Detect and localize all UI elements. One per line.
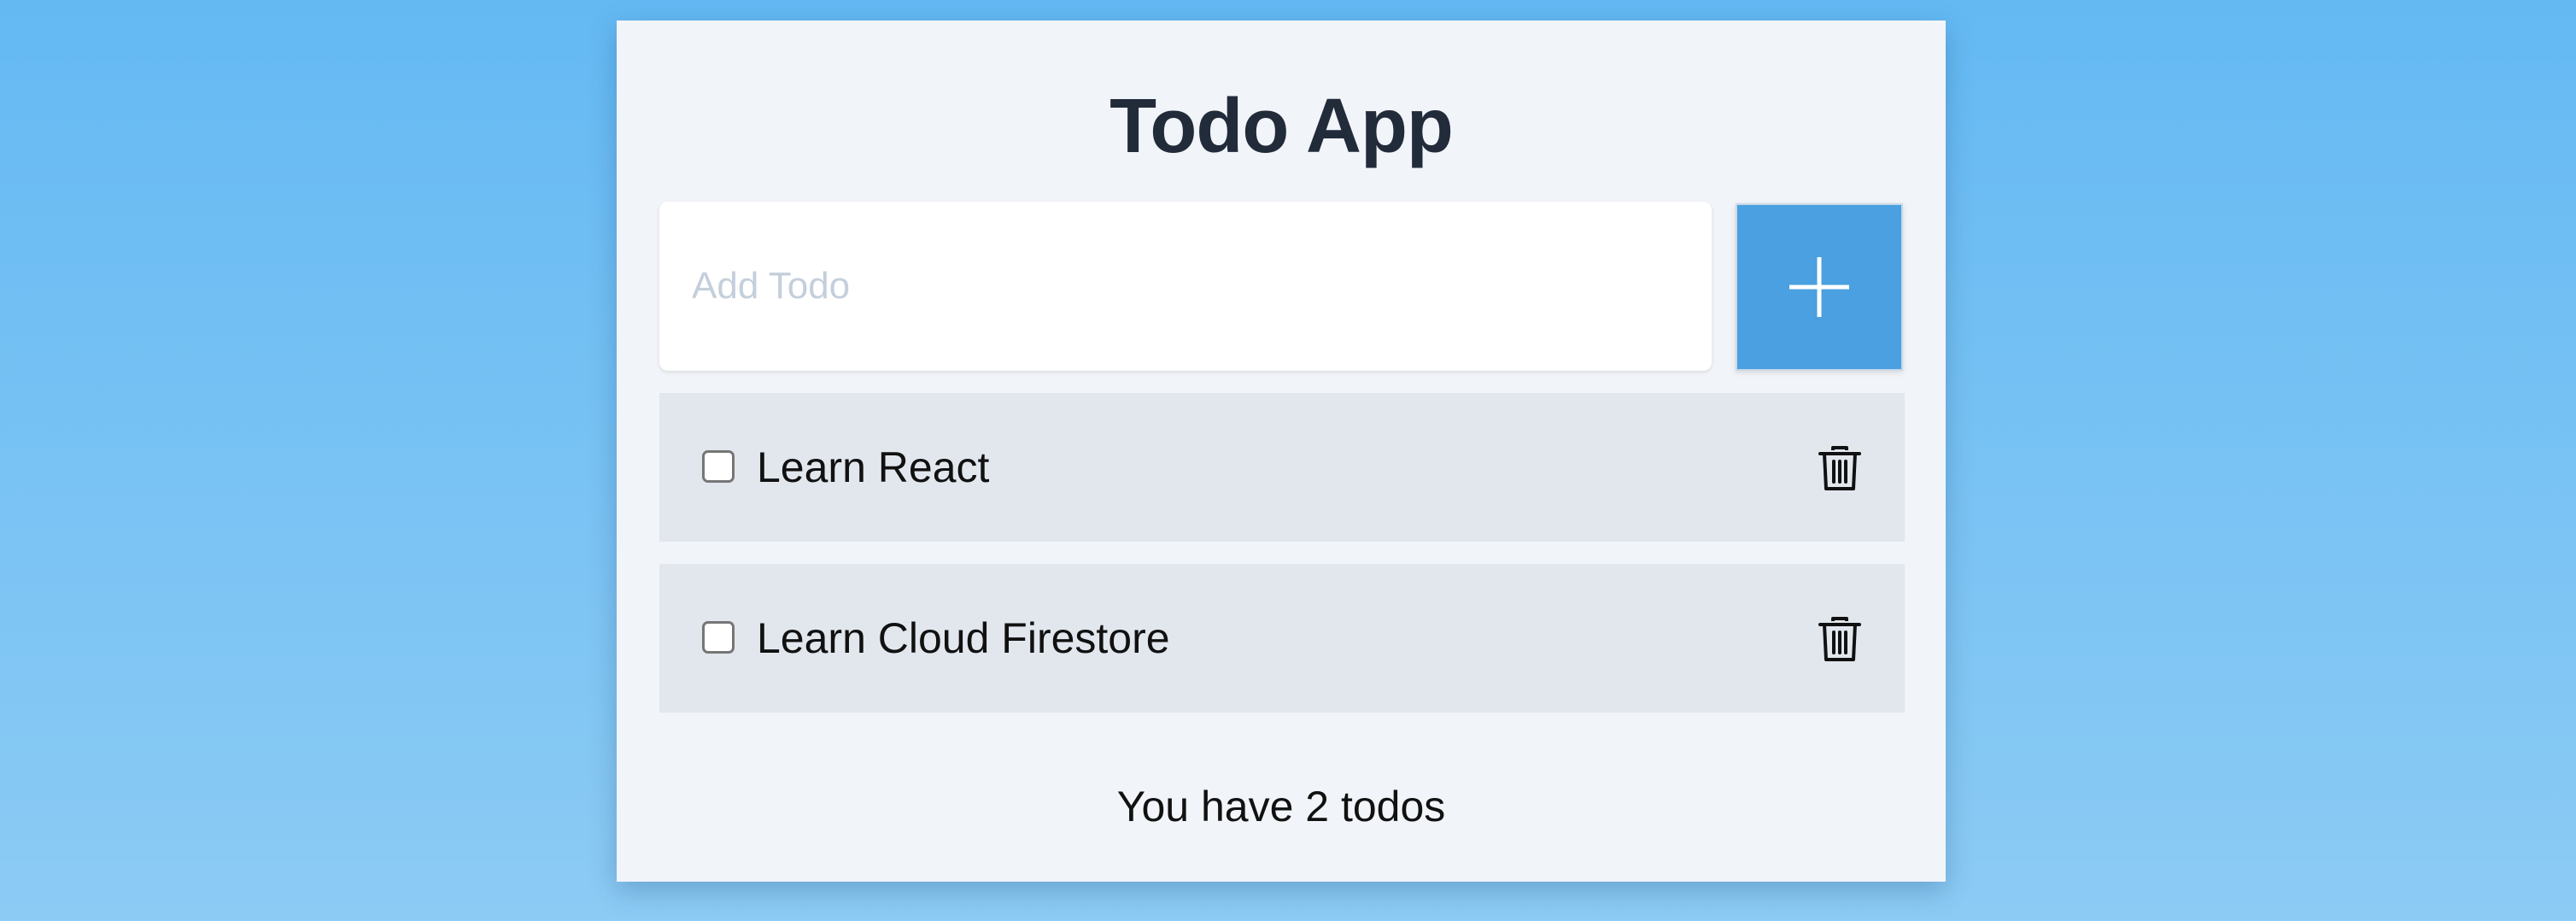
add-todo-button[interactable] [1736,203,1903,371]
trash-icon [1818,446,1861,490]
todo-checkbox[interactable] [702,621,735,654]
page-title: Todo App [1109,84,1454,169]
todo-text: Learn Cloud Firestore [757,614,1170,662]
plus-icon [1789,257,1849,317]
add-todo-input[interactable] [659,202,1712,371]
add-todo-form [659,202,1905,373]
delete-todo-button[interactable] [1818,445,1862,491]
todo-card: Todo App Learn React [617,21,1946,882]
todo-checkbox[interactable] [702,450,735,483]
todo-item: Learn Cloud Firestore [659,564,1905,713]
delete-todo-button[interactable] [1818,616,1862,662]
todo-item: Learn React [659,393,1905,542]
todo-text: Learn React [757,443,990,491]
todo-list: Learn React Learn Cloud Firestore [659,393,1905,735]
todo-count: You have 2 todos [1116,783,1446,830]
trash-icon [1818,617,1861,661]
